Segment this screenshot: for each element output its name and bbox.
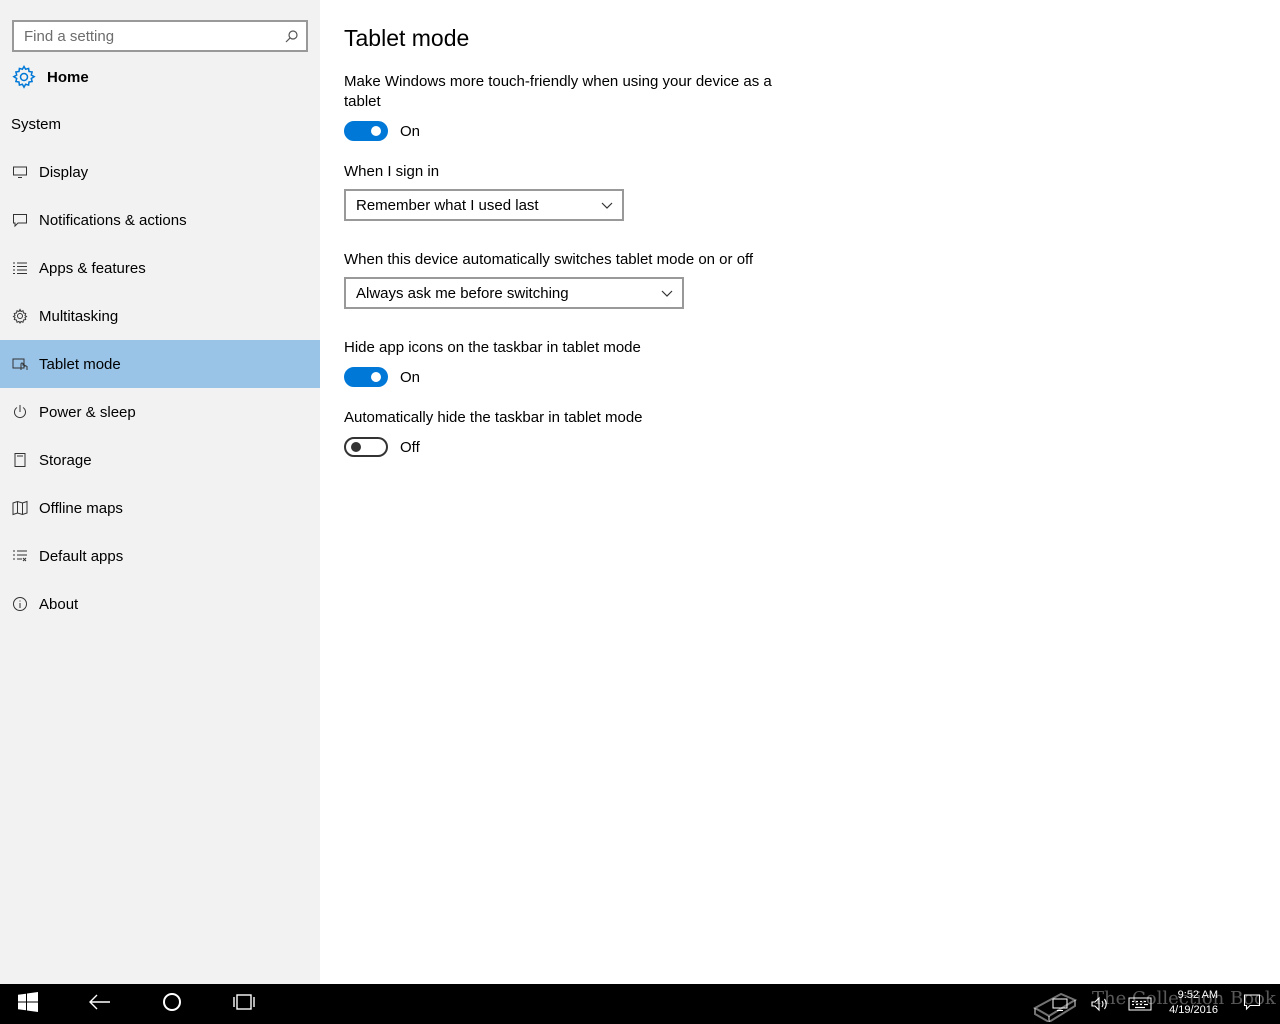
auto-switch-dropdown[interactable]: Always ask me before switching xyxy=(344,277,684,309)
sidebar-item-multitasking[interactable]: Multitasking xyxy=(0,292,320,340)
toggle-knob xyxy=(371,372,381,382)
toggle-knob xyxy=(371,126,381,136)
auto-switch-label: When this device automatically switches … xyxy=(344,251,754,268)
sidebar-item-label: Storage xyxy=(39,451,92,469)
clock-date: 4/19/2016 xyxy=(1169,1004,1218,1016)
page-title: Tablet mode xyxy=(344,25,470,51)
network-icon[interactable] xyxy=(1048,984,1072,1024)
sidebar-item-storage[interactable]: Storage xyxy=(0,436,320,484)
hide-icons-toggle[interactable] xyxy=(344,367,388,387)
search-input[interactable] xyxy=(24,27,284,45)
sidebar-item-label: Offline maps xyxy=(39,499,123,517)
auto-hide-taskbar-state: Off xyxy=(400,438,420,456)
monitor-icon xyxy=(12,164,28,180)
chevron-down-icon xyxy=(600,198,614,212)
home-link[interactable]: Home xyxy=(12,63,89,91)
home-label: Home xyxy=(47,68,89,86)
gear-icon xyxy=(12,65,36,89)
cortana-button[interactable] xyxy=(148,984,196,1024)
sidebar-item-default-apps[interactable]: Default apps xyxy=(0,532,320,580)
tablet-mode-icon xyxy=(12,356,28,372)
sidebar-item-label: Multitasking xyxy=(39,307,119,325)
auto-switch-value: Always ask me before switching xyxy=(356,284,569,302)
sidebar-item-label: Display xyxy=(39,163,89,181)
search-box[interactable] xyxy=(12,20,308,52)
sidebar-item-power[interactable]: Power & sleep xyxy=(0,388,320,436)
touch-friendly-label: Make Windows more touch-friendly when us… xyxy=(344,73,772,110)
sidebar-item-notifications[interactable]: Notifications & actions xyxy=(0,196,320,244)
sidebar-item-label: About xyxy=(39,595,79,613)
sign-in-label: When I sign in xyxy=(344,163,440,180)
section-title: System xyxy=(11,116,62,133)
action-center-icon xyxy=(1243,993,1261,1016)
task-view-button[interactable] xyxy=(220,984,268,1024)
sidebar-item-apps[interactable]: Apps & features xyxy=(0,244,320,292)
sidebar-item-display[interactable]: Display xyxy=(0,148,320,196)
sidebar-item-label: Apps & features xyxy=(39,259,146,277)
message-icon xyxy=(12,212,28,228)
taskbar: The Collection Book 9:52 AM 4/19/2016 xyxy=(0,984,1280,1024)
auto-hide-taskbar-label: Automatically hide the taskbar in tablet… xyxy=(344,409,643,426)
action-center-button[interactable] xyxy=(1240,984,1264,1024)
sidebar-item-tablet-mode[interactable]: Tablet mode xyxy=(0,340,320,388)
start-button[interactable] xyxy=(4,984,52,1024)
touch-keyboard-icon[interactable] xyxy=(1126,984,1154,1024)
list-icon xyxy=(12,260,28,276)
chevron-down-icon xyxy=(660,286,674,300)
storage-icon xyxy=(12,452,28,468)
sidebar: Home System Display Notifications & acti… xyxy=(0,0,320,984)
cortana-circle-icon xyxy=(162,992,182,1017)
power-icon xyxy=(12,404,28,420)
hide-icons-toggle-row: On xyxy=(344,367,420,387)
volume-icon[interactable] xyxy=(1088,984,1112,1024)
search-icon[interactable] xyxy=(284,29,298,43)
touch-friendly-toggle-row: On xyxy=(344,121,420,141)
multitasking-icon xyxy=(12,308,28,324)
sidebar-item-label: Tablet mode xyxy=(39,355,121,373)
sidebar-item-label: Default apps xyxy=(39,547,124,565)
hide-icons-state: On xyxy=(400,368,421,386)
hide-icons-label: Hide app icons on the taskbar in tablet … xyxy=(344,339,641,356)
sidebar-item-offline-maps[interactable]: Offline maps xyxy=(0,484,320,532)
sidebar-nav: Display Notifications & actions Apps & f… xyxy=(0,148,320,628)
sign-in-value: Remember what I used last xyxy=(356,196,539,214)
default-apps-icon xyxy=(12,548,28,564)
back-button[interactable] xyxy=(76,984,124,1024)
windows-logo-icon xyxy=(18,991,38,1017)
auto-hide-taskbar-toggle-row: Off xyxy=(344,437,420,457)
info-icon xyxy=(12,596,28,612)
sidebar-item-label: Notifications & actions xyxy=(39,211,187,229)
toggle-knob xyxy=(351,442,361,452)
sidebar-item-label: Power & sleep xyxy=(39,403,136,421)
map-icon xyxy=(12,500,28,516)
touch-friendly-toggle[interactable] xyxy=(344,121,388,141)
clock-time: 9:52 AM xyxy=(1177,989,1218,1001)
sidebar-item-about[interactable]: About xyxy=(0,580,320,628)
back-arrow-icon xyxy=(89,994,111,1015)
touch-friendly-state: On xyxy=(400,122,421,140)
task-view-icon xyxy=(232,993,256,1016)
auto-hide-taskbar-toggle[interactable] xyxy=(344,437,388,457)
sign-in-dropdown[interactable]: Remember what I used last xyxy=(344,189,624,221)
clock[interactable]: 9:52 AM 4/19/2016 xyxy=(1169,988,1218,1018)
